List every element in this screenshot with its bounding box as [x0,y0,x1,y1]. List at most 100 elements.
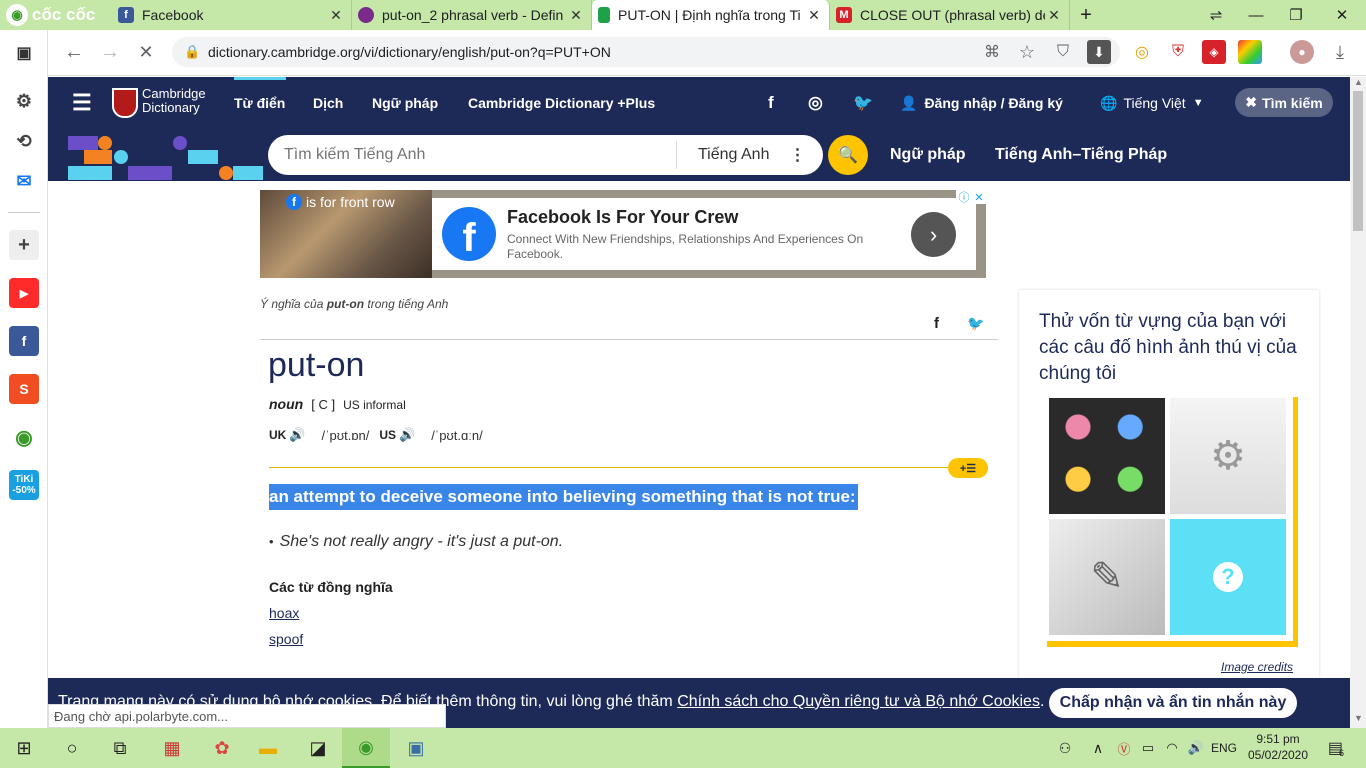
coccoc-sidebar-icon[interactable]: ◉ [9,422,39,452]
close-tab-icon[interactable]: ✕ [567,7,585,24]
shield-icon[interactable]: ⛉ [1051,40,1075,64]
tray-app-icon[interactable]: Ⓥ [1112,728,1136,768]
page-scrollbar[interactable]: ▲ ▼ [1350,77,1366,728]
close-window-button[interactable]: ✕ [1322,0,1362,30]
grammar-link[interactable]: Ngữ pháp [890,135,966,175]
clock[interactable]: 9:51 pm 05/02/2020 [1246,731,1310,765]
share-twitter-icon[interactable]: 🐦 [967,315,984,332]
language-selector[interactable]: 🌐 Tiếng Việt ▼ [1100,77,1204,129]
add-to-wordlist-icon[interactable]: +☰ [948,458,988,478]
scroll-up-icon[interactable]: ▲ [1354,77,1363,87]
notifications-icon[interactable]: ▤ 6 [1316,728,1356,768]
sidebar-toggle-icon[interactable]: ▣ [9,38,39,68]
add-panel-icon[interactable]: + [9,230,39,260]
download-page-icon[interactable]: ⬇ [1087,40,1111,64]
address-bar[interactable]: 🔒 dictionary.cambridge.org/vi/dictionary… [172,37,1120,67]
share-facebook-icon[interactable]: f [934,315,939,332]
quiz-panel[interactable]: Thử vốn từ vựng của bạn với các câu đố h… [1019,290,1319,690]
settings-gear-icon[interactable]: ⚙ [9,86,39,116]
messenger-icon[interactable]: ✉ [9,166,39,196]
tab-facebook[interactable]: f Facebook ✕ [112,0,352,30]
search-input[interactable] [284,136,689,174]
taskbar-notes-icon[interactable]: ◪ [294,728,342,768]
task-view-icon[interactable]: ⧉ [96,728,144,768]
browser-brand-menu[interactable]: ◉ cốc cốc [0,0,110,30]
ad-close-icon[interactable]: ✕ [974,191,983,204]
youtube-icon[interactable]: ▶ [9,278,39,308]
minimize-button[interactable]: — [1236,0,1276,30]
cookie-accept-button[interactable]: Chấp nhận và ẩn tin nhắn này [1049,688,1297,718]
tab-search-icon[interactable]: ⇌ [1196,0,1236,30]
nav-plus[interactable]: Cambridge Dictionary +Plus [468,77,655,129]
nav-translate[interactable]: Dịch [313,77,343,129]
search-toggle-button[interactable]: ✖ Tìm kiếm [1235,88,1333,117]
us-audio-speaker-icon[interactable]: 🔊 [399,427,415,443]
input-language[interactable]: ENG [1208,728,1240,768]
ad-choices[interactable]: ⓘ ✕ [956,190,986,204]
profile-avatar-icon[interactable]: ● [1290,40,1314,64]
nav-dictionary[interactable]: Từ điển [234,77,285,129]
stop-loading-icon[interactable]: ✕ [134,40,158,64]
chevron-down-icon: ▼ [1192,97,1204,109]
synonym-link[interactable]: hoax [269,605,299,621]
start-windows-icon[interactable]: ⊞ [0,728,48,768]
scrollbar-thumb[interactable] [1353,91,1363,231]
facebook-social-icon[interactable]: f [768,77,774,129]
extension-colors-icon[interactable] [1238,40,1262,64]
quiz-image-sketchbook[interactable]: ✎ [1049,519,1165,635]
facebook-sidebar-icon[interactable]: f [9,326,39,356]
meaning-prefix: Ý nghĩa của [260,297,324,311]
tiki-icon[interactable]: TiKi -50% [9,470,39,500]
search-circle-icon[interactable]: ○ [48,728,96,768]
image-credits-link[interactable]: Image credits [1221,660,1293,674]
tray-expand-chevron-icon[interactable]: ∧ [1086,728,1110,768]
downloads-icon[interactable]: ⤓ [1328,40,1352,64]
close-tab-icon[interactable]: ✕ [327,7,345,24]
tab-oxford[interactable]: put-on_2 phrasal verb - Defin ✕ [352,0,592,30]
bookmark-star-icon[interactable]: ☆ [1015,40,1039,64]
synonym-link[interactable]: spoof [269,631,303,647]
hamburger-menu-icon[interactable]: ☰ [72,77,92,129]
dictionary-language-select[interactable]: Tiếng Anh ⋮ [698,135,805,175]
nav-grammar[interactable]: Ngữ pháp [372,77,438,129]
new-tab-button[interactable]: + [1066,0,1106,30]
history-icon[interactable]: ⟲ [9,126,39,156]
volume-icon[interactable]: 🔊 [1184,728,1208,768]
ad-info-icon[interactable]: ⓘ [958,189,969,205]
quiz-image-question[interactable]: ? [1170,519,1286,635]
translate-icon[interactable]: ⌘ [980,40,1004,64]
coccoc-taskbar-icon[interactable]: ◉ [342,728,390,768]
maximize-button[interactable]: ❐ [1276,0,1316,30]
quiz-image-sewing-machine[interactable]: ⚙ [1170,398,1286,514]
ad-card[interactable]: f Facebook Is For Your Crew Connect With… [432,198,976,270]
file-explorer-icon[interactable]: ▬ [244,728,292,768]
extension-red-icon[interactable]: ◈ [1202,40,1226,64]
extension-shield-icon[interactable]: ⛨ [1166,40,1190,64]
close-tab-icon[interactable]: ✕ [805,7,823,24]
instagram-icon[interactable]: ◎ [808,77,823,129]
tab-cambridge[interactable]: PUT-ON | Định nghĩa trong Ti ✕ [592,0,830,30]
ad-next-arrow-icon[interactable]: › [911,212,956,257]
taskbar-paint-icon[interactable]: ✿ [198,728,246,768]
battery-icon[interactable]: ▭ [1136,728,1160,768]
twitter-icon[interactable]: 🐦 [853,77,873,129]
login-link[interactable]: 👤 Đăng nhập / Đăng ký [900,77,1063,129]
taskbar-app-icon[interactable]: ▦ [148,728,196,768]
wifi-icon[interactable]: ◠ [1160,728,1184,768]
scroll-down-icon[interactable]: ▼ [1354,713,1363,723]
back-arrow-icon[interactable]: ← [62,40,86,64]
english-french-link[interactable]: Tiếng Anh–Tiếng Pháp [995,135,1167,175]
search-button[interactable]: 🔍 [828,135,868,175]
cookie-policy-link[interactable]: Chính sách cho Quyền riêng tư và Bộ nhớ … [677,693,1040,710]
ad-image[interactable]: f is for front row [260,190,432,278]
forward-arrow-icon[interactable]: → [98,40,122,64]
close-tab-icon[interactable]: ✕ [1045,7,1063,24]
site-logo[interactable]: Cambridge Dictionary [142,87,206,115]
uk-audio-speaker-icon[interactable]: 🔊 [289,427,305,443]
tab-macmillan[interactable]: M CLOSE OUT (phrasal verb) def ✕ [830,0,1070,30]
extension-coccoc-icon[interactable]: ◎ [1130,40,1154,64]
shopee-icon[interactable]: S [9,374,39,404]
people-icon[interactable]: ⚇ [1050,728,1080,768]
taskbar-photos-icon[interactable]: ▣ [392,728,440,768]
quiz-image-paints[interactable] [1049,398,1165,514]
